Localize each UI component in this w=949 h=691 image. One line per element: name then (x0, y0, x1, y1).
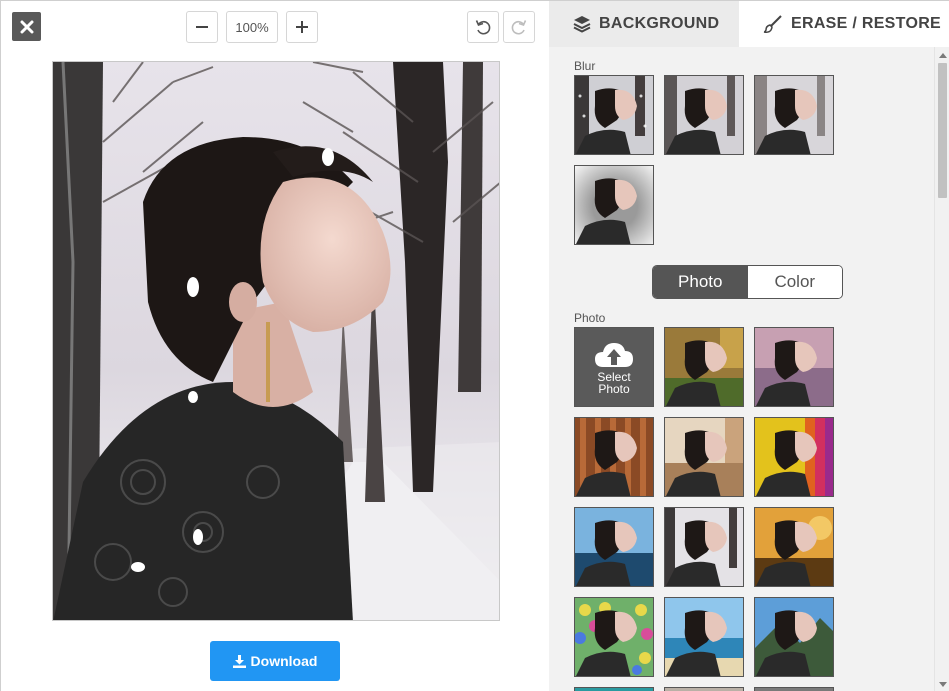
background-thumbnail-image (665, 508, 743, 586)
background-thumbnail-image (755, 598, 833, 676)
cloud-upload-icon (595, 343, 633, 367)
zoom-out-button[interactable] (186, 11, 218, 43)
tab-erase-label: ERASE / RESTORE (791, 15, 942, 32)
background-thumbnail-image (575, 418, 653, 496)
background-photo-11[interactable] (754, 597, 834, 677)
blur-option-4[interactable] (574, 165, 654, 245)
scroll-up-arrow[interactable] (935, 47, 949, 63)
background-photo-13[interactable] (664, 687, 744, 691)
background-photo-10[interactable] (664, 597, 744, 677)
toggle-color[interactable]: Color (747, 266, 842, 298)
background-thumbnail-image (575, 598, 653, 676)
select-photo-line2: Photo (598, 382, 630, 396)
background-photo-5[interactable] (754, 417, 834, 497)
plus-icon (296, 21, 308, 33)
zoom-level: 100% (226, 11, 278, 43)
tab-erase-restore[interactable]: ERASE / RESTORE (739, 1, 949, 47)
background-photo-12[interactable] (574, 687, 654, 691)
background-photo-3[interactable] (574, 417, 654, 497)
background-photo-4[interactable] (664, 417, 744, 497)
background-photo-2[interactable] (754, 327, 834, 407)
photo-section-label: Photo (574, 311, 606, 325)
background-type-toggle: Photo Color (652, 265, 843, 299)
blur-thumbnail-image (665, 76, 743, 154)
background-photo-9[interactable] (574, 597, 654, 677)
background-thumbnail-image (755, 328, 833, 406)
background-photo-1[interactable] (664, 327, 744, 407)
close-button[interactable] (12, 12, 41, 41)
tab-background-label: BACKGROUND (599, 15, 720, 32)
panel-scrollbar[interactable] (934, 47, 949, 691)
background-thumbnail-image (665, 328, 743, 406)
background-thumbnail-image (665, 418, 743, 496)
chevron-up-icon (938, 52, 947, 58)
blur-thumbnail-image (755, 76, 833, 154)
layers-icon (573, 16, 591, 33)
toggle-photo[interactable]: Photo (653, 266, 748, 298)
undo-icon (475, 20, 491, 35)
blur-section-label: Blur (574, 59, 596, 73)
select-photo-button[interactable]: Select Photo (574, 327, 654, 407)
close-icon (20, 20, 33, 33)
zoom-in-button[interactable] (286, 11, 318, 43)
background-photo-7[interactable] (664, 507, 744, 587)
background-photo-6[interactable] (574, 507, 654, 587)
background-thumbnail-image (755, 418, 833, 496)
download-icon (232, 654, 246, 668)
background-photo-8[interactable] (754, 507, 834, 587)
download-label: Download (250, 653, 318, 669)
undo-button[interactable] (467, 11, 499, 43)
winter-portrait-image (53, 62, 499, 620)
background-thumbnail-image (665, 598, 743, 676)
scroll-thumb[interactable] (938, 63, 947, 198)
blur-thumbnail-image (575, 76, 653, 154)
download-button[interactable]: Download (210, 641, 340, 681)
blur-option-3[interactable] (754, 75, 834, 155)
edited-photo-canvas[interactable] (52, 61, 500, 621)
app-window: 100% Download BACKGROUND ERASE / RESTORE… (0, 0, 949, 691)
chevron-down-icon (938, 681, 947, 687)
redo-button[interactable] (503, 11, 535, 43)
scroll-down-arrow[interactable] (935, 676, 949, 691)
blur-option-2[interactable] (664, 75, 744, 155)
background-photo-14[interactable] (754, 687, 834, 691)
blur-option-1[interactable] (574, 75, 654, 155)
background-thumbnail-image (755, 508, 833, 586)
options-panel: BACKGROUND ERASE / RESTORE Blur Photo Co… (549, 1, 949, 691)
background-thumbnail-image (575, 508, 653, 586)
editor-pane: 100% Download (1, 1, 549, 691)
minus-icon (196, 26, 208, 28)
blur-thumbnail-image (575, 166, 653, 244)
tab-background[interactable]: BACKGROUND (549, 1, 739, 47)
brush-icon (763, 15, 782, 33)
redo-icon (511, 20, 527, 35)
